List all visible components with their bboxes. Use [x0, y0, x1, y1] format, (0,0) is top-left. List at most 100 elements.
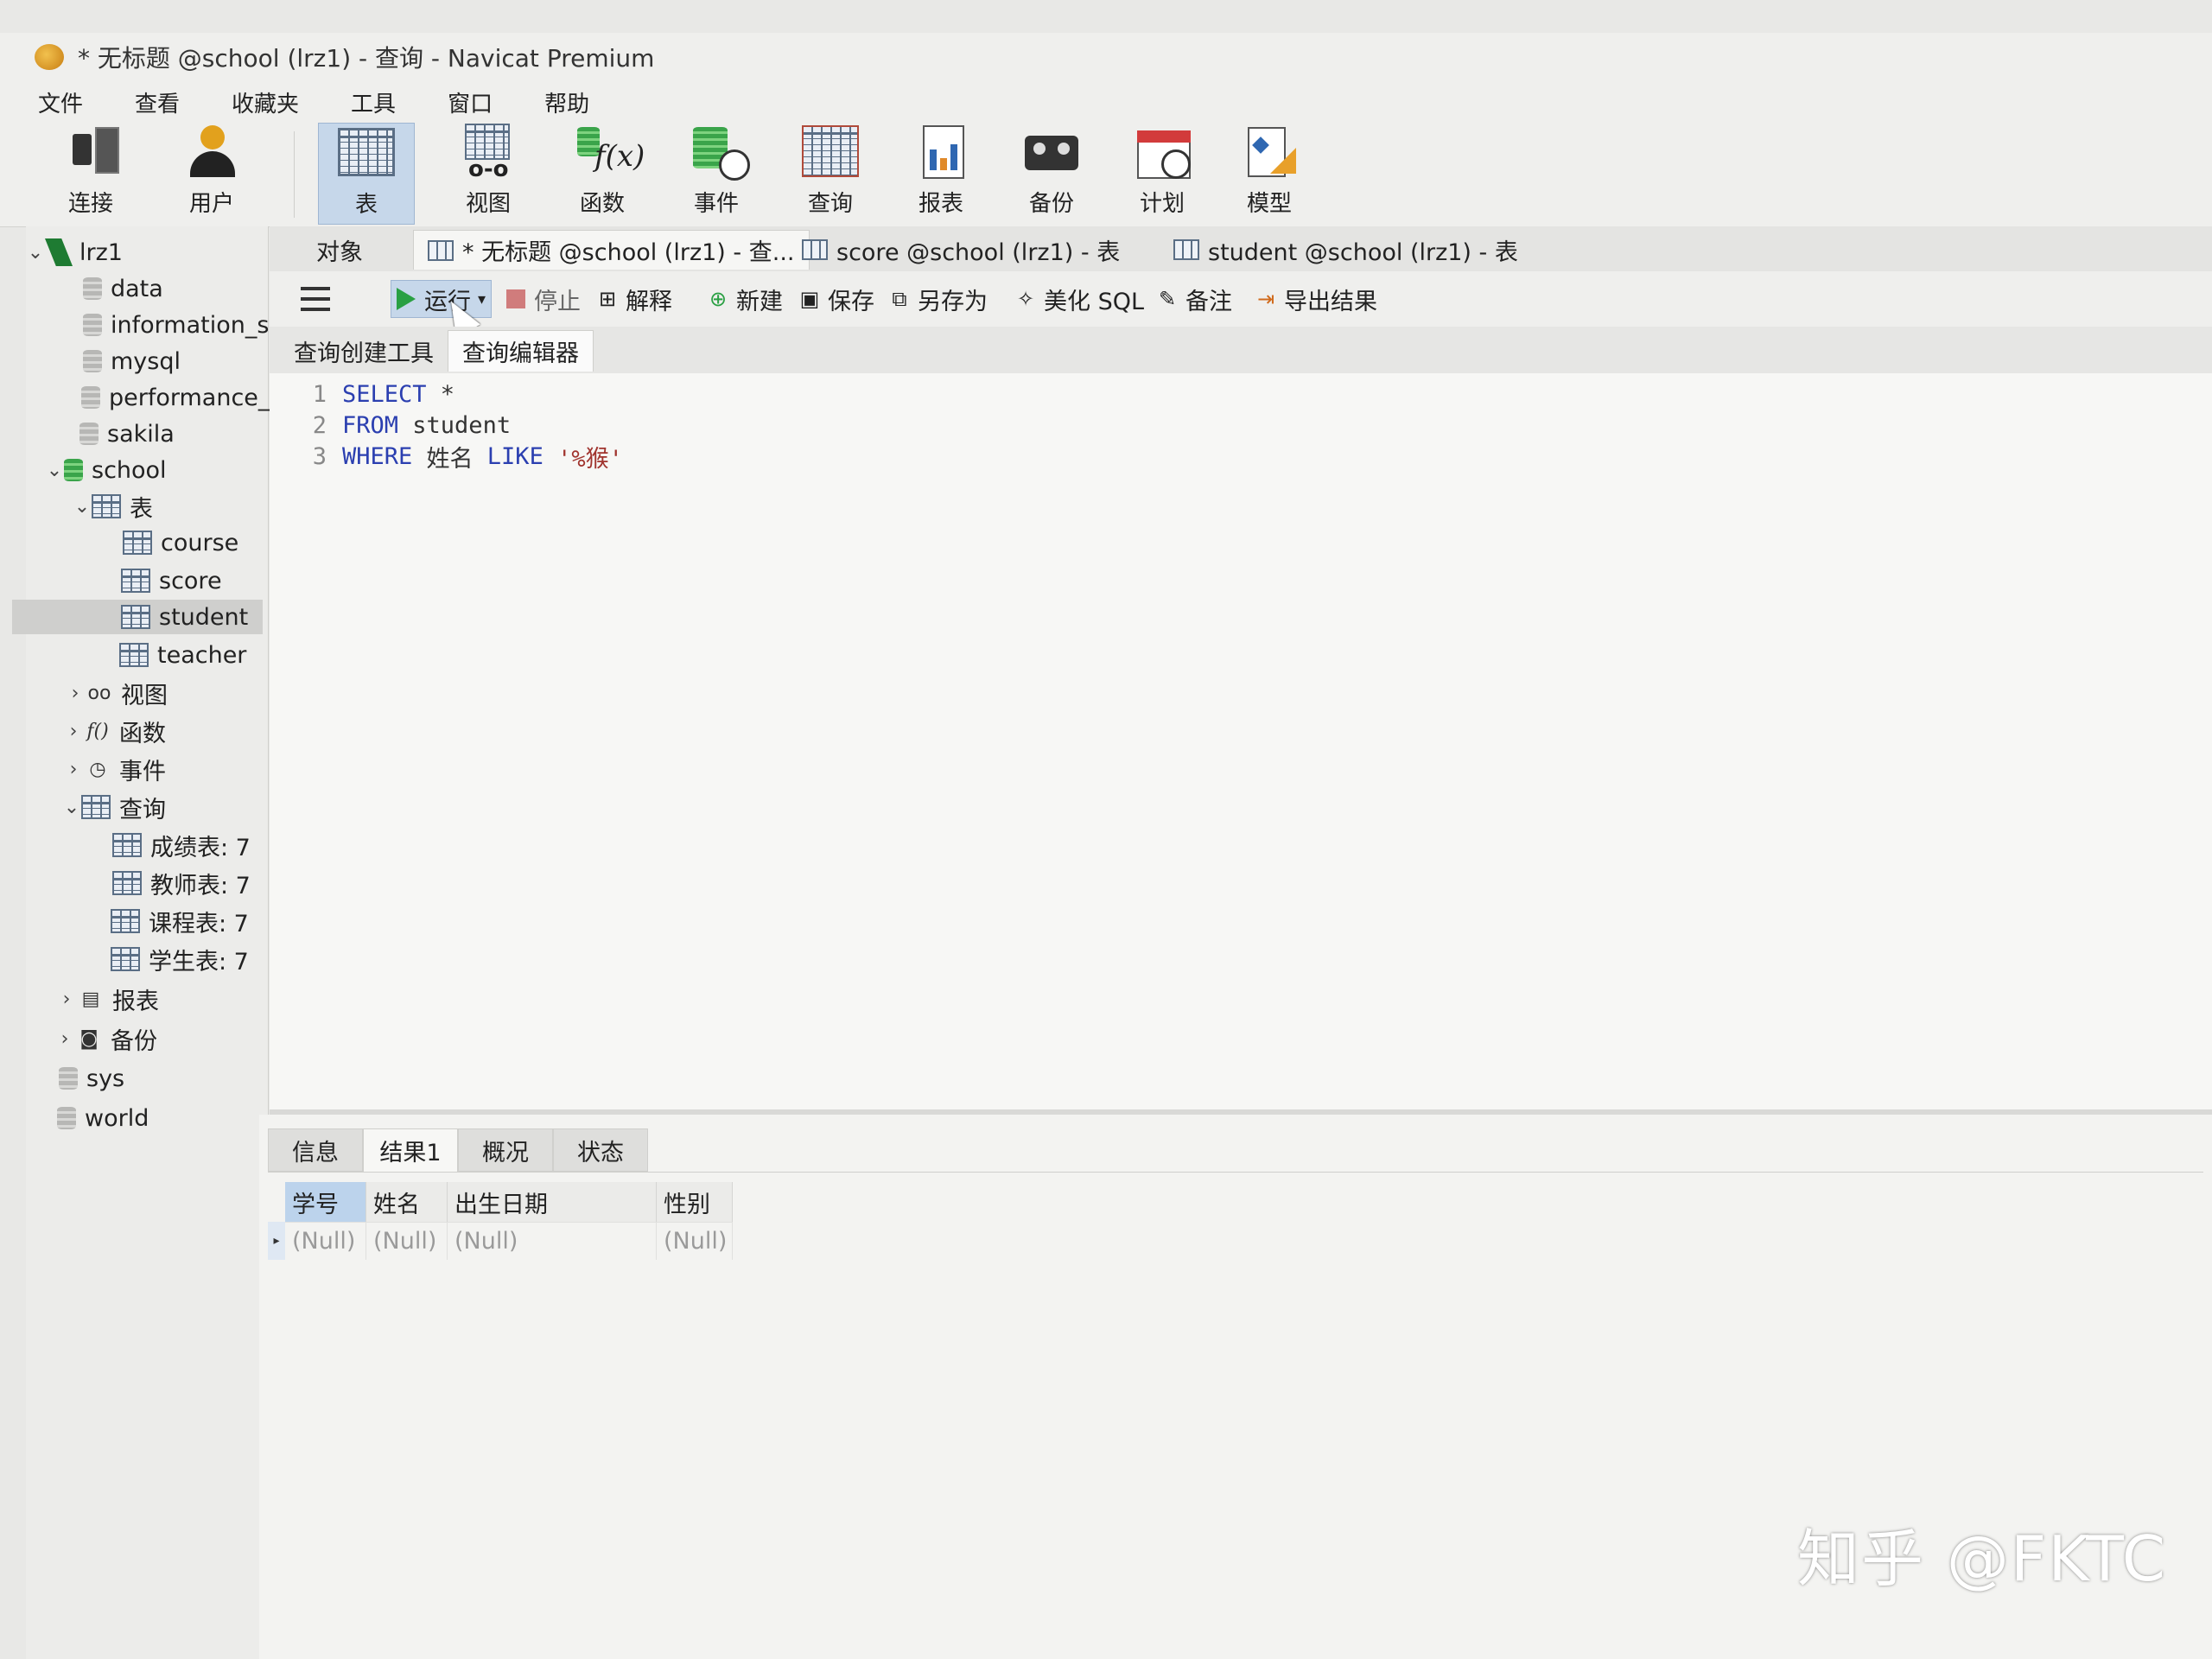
tree-db-sakila[interactable]: sakila [79, 416, 175, 451]
tab-student-table[interactable]: student @school (lrz1) - 表 [1160, 230, 1532, 270]
chevron-right-icon[interactable]: › [64, 721, 83, 742]
tree-queries[interactable]: ⌄ 查询 [62, 790, 166, 824]
chevron-right-icon[interactable]: › [57, 988, 76, 1010]
query-button[interactable]: 查询 [783, 123, 878, 223]
table-icon [121, 569, 150, 593]
model-button[interactable]: 模型 [1222, 123, 1317, 223]
tab-query-editor[interactable]: 查询编辑器 [448, 330, 594, 372]
query-icon [112, 871, 142, 895]
menu-window[interactable]: 窗口 [448, 86, 493, 118]
table-cell[interactable]: (Null) [366, 1222, 448, 1260]
menu-file[interactable]: 文件 [38, 86, 83, 118]
plug-icon [60, 124, 121, 181]
report-icon [911, 124, 971, 181]
column-header[interactable]: 性别 [657, 1182, 733, 1222]
menu-hamburger-icon[interactable] [301, 287, 330, 311]
tree-db-school[interactable]: ⌄ school [45, 453, 167, 487]
database-icon [83, 277, 102, 300]
save-button[interactable]: ▣ 保存 [791, 280, 880, 318]
chevron-down-icon[interactable]: ⌄ [73, 496, 92, 518]
results-tabs: 信息 结果1 概况 状态 [268, 1128, 2203, 1173]
table-cell[interactable]: (Null) [285, 1222, 366, 1260]
query-icon [428, 239, 454, 261]
table-icon [121, 605, 150, 629]
table-icon [802, 239, 828, 260]
comment-button[interactable]: ✎ 备注 [1149, 280, 1237, 318]
beautify-sql-button[interactable]: ✧ 美化 SQL [1007, 280, 1149, 318]
schedule-button[interactable]: 计划 [1115, 123, 1210, 223]
stop-button[interactable]: 停止 [501, 280, 586, 318]
tree-query-item[interactable]: 教师表: 7 [112, 866, 251, 900]
tab-info[interactable]: 信息 [268, 1128, 363, 1172]
tree-db-performance-schema[interactable]: performance_ [81, 380, 270, 415]
chevron-right-icon[interactable]: › [64, 759, 83, 780]
table-cell[interactable]: (Null) [448, 1222, 657, 1260]
export-results-button[interactable]: ⇥ 导出结果 [1248, 280, 1382, 318]
query-icon [111, 909, 140, 933]
chevron-down-icon[interactable]: ⌄ [62, 797, 81, 818]
menu-help[interactable]: 帮助 [544, 86, 589, 118]
save-as-button[interactable]: ⧉ 另存为 [881, 280, 993, 318]
event-button[interactable]: 事件 [669, 123, 764, 223]
tab-profile[interactable]: 概况 [458, 1128, 553, 1172]
explain-button[interactable]: ⊞ 解释 [589, 280, 677, 318]
tree-backups[interactable]: › ◙ 备份 [55, 1021, 157, 1056]
tab-status[interactable]: 状态 [553, 1128, 648, 1172]
report-button[interactable]: 报表 [893, 123, 988, 223]
column-header[interactable]: 学号 [285, 1182, 366, 1222]
backup-button[interactable]: 备份 [1004, 123, 1099, 223]
tree-table-student[interactable]: student [12, 600, 263, 634]
tree-db-world[interactable]: world [57, 1101, 149, 1135]
toolbar-separator [294, 131, 295, 218]
tree-table-teacher[interactable]: teacher [119, 638, 246, 672]
column-header[interactable]: 姓名 [366, 1182, 448, 1222]
export-icon: ⇥ [1256, 287, 1275, 311]
tree-query-item[interactable]: 课程表: 7 [111, 904, 249, 938]
table-cell[interactable]: (Null) [657, 1222, 733, 1260]
menu-tools[interactable]: 工具 [351, 86, 396, 118]
table-button[interactable]: 表 [318, 123, 415, 225]
tab-score-table[interactable]: score @school (lrz1) - 表 [788, 230, 1134, 270]
menu-favorites[interactable]: 收藏夹 [232, 86, 299, 118]
tab-untitled-query[interactable]: * 无标题 @school (lrz1) - 查... [413, 230, 810, 270]
row-pointer-icon: ▸ [268, 1222, 285, 1260]
chevron-right-icon[interactable]: › [55, 1028, 74, 1050]
tree-events[interactable]: › ◷ 事件 [64, 752, 166, 786]
sql-editor[interactable]: 1 SELECT * 2 FROM student 3 WHERE 姓名 LIKE '… [270, 373, 2212, 1115]
tree-db-mysql[interactable]: mysql [83, 344, 181, 378]
function-button[interactable]: f(x) 函数 [555, 123, 650, 223]
tree-query-item[interactable]: 成绩表: 7 [112, 828, 251, 862]
table-icon [1173, 239, 1199, 260]
tab-objects[interactable]: 对象 [275, 230, 404, 270]
database-icon [79, 423, 99, 445]
tree-query-item[interactable]: 学生表: 7 [111, 942, 249, 976]
new-button[interactable]: ⊕ 新建 [700, 280, 788, 318]
tree-functions[interactable]: › f() 函数 [64, 714, 166, 748]
chevron-right-icon[interactable]: › [66, 683, 85, 704]
tree-table-score[interactable]: score [121, 563, 222, 598]
tree-db-information-schema[interactable]: information_s [83, 308, 269, 342]
column-header[interactable]: 出生日期 [448, 1182, 657, 1222]
chevron-down-icon[interactable]: ⌄ [45, 460, 64, 481]
query-icon [111, 947, 140, 971]
tree-table-course[interactable]: course [123, 525, 238, 560]
database-icon [57, 1107, 76, 1129]
chevron-down-icon[interactable]: ⌄ [26, 242, 45, 264]
menu-view[interactable]: 查看 [135, 86, 180, 118]
tree-views[interactable]: › oo 视图 [66, 676, 168, 710]
tab-result1[interactable]: 结果1 [363, 1128, 458, 1172]
save-icon: ▣ [799, 287, 820, 311]
tree-db-sys[interactable]: sys [59, 1061, 124, 1096]
tab-query-builder[interactable]: 查询创建工具 [280, 330, 448, 372]
tree-db-data[interactable]: data [83, 271, 163, 306]
object-tree[interactable]: ⌄ lrz1 data information_s mysql performa… [12, 226, 270, 1659]
database-icon [64, 459, 83, 481]
calendar-icon [1132, 124, 1192, 181]
tree-connection[interactable]: ⌄ lrz1 [26, 235, 123, 270]
tree-reports[interactable]: › ▤ 报表 [57, 982, 159, 1016]
tree-tables-group[interactable]: ⌄ 表 [73, 489, 153, 524]
user-button[interactable]: 用户 [164, 123, 259, 223]
view-button[interactable]: o-o 视图 [441, 123, 536, 223]
connect-button[interactable]: 连接 [43, 123, 138, 223]
chevron-down-icon[interactable]: ▾ [478, 290, 486, 308]
